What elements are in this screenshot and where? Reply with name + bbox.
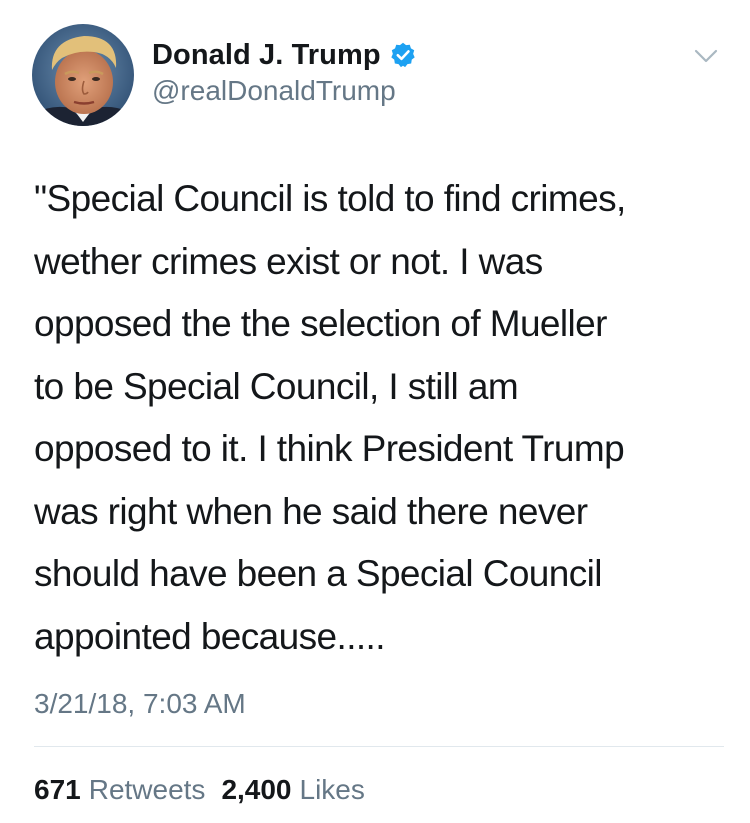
author-name-row[interactable]: Donald J. Trump	[152, 36, 417, 74]
author-display-name[interactable]: Donald J. Trump	[152, 39, 381, 72]
likes-stat[interactable]: 2,400 Likes	[221, 774, 364, 806]
likes-count: 2,400	[221, 774, 292, 805]
avatar[interactable]	[32, 24, 134, 126]
tweet-timestamp[interactable]: 3/21/18, 7:03 AM	[34, 688, 246, 720]
retweets-count: 671	[34, 774, 81, 805]
chevron-down-icon[interactable]	[692, 42, 720, 70]
retweets-stat[interactable]: 671 Retweets	[34, 774, 205, 806]
tweet-text: "Special Council is told to find crimes,…	[34, 178, 626, 657]
retweets-label: Retweets	[88, 774, 206, 805]
verified-badge-icon	[389, 41, 417, 69]
tweet-card: Donald J. Trump @realDonaldTrump "Specia…	[0, 0, 750, 823]
author-handle[interactable]: @realDonaldTrump	[152, 75, 396, 107]
divider	[34, 746, 724, 747]
likes-label: Likes	[299, 774, 365, 805]
avatar-image	[32, 24, 134, 126]
tweet-stats: 671 Retweets 2,400 Likes	[34, 774, 365, 806]
